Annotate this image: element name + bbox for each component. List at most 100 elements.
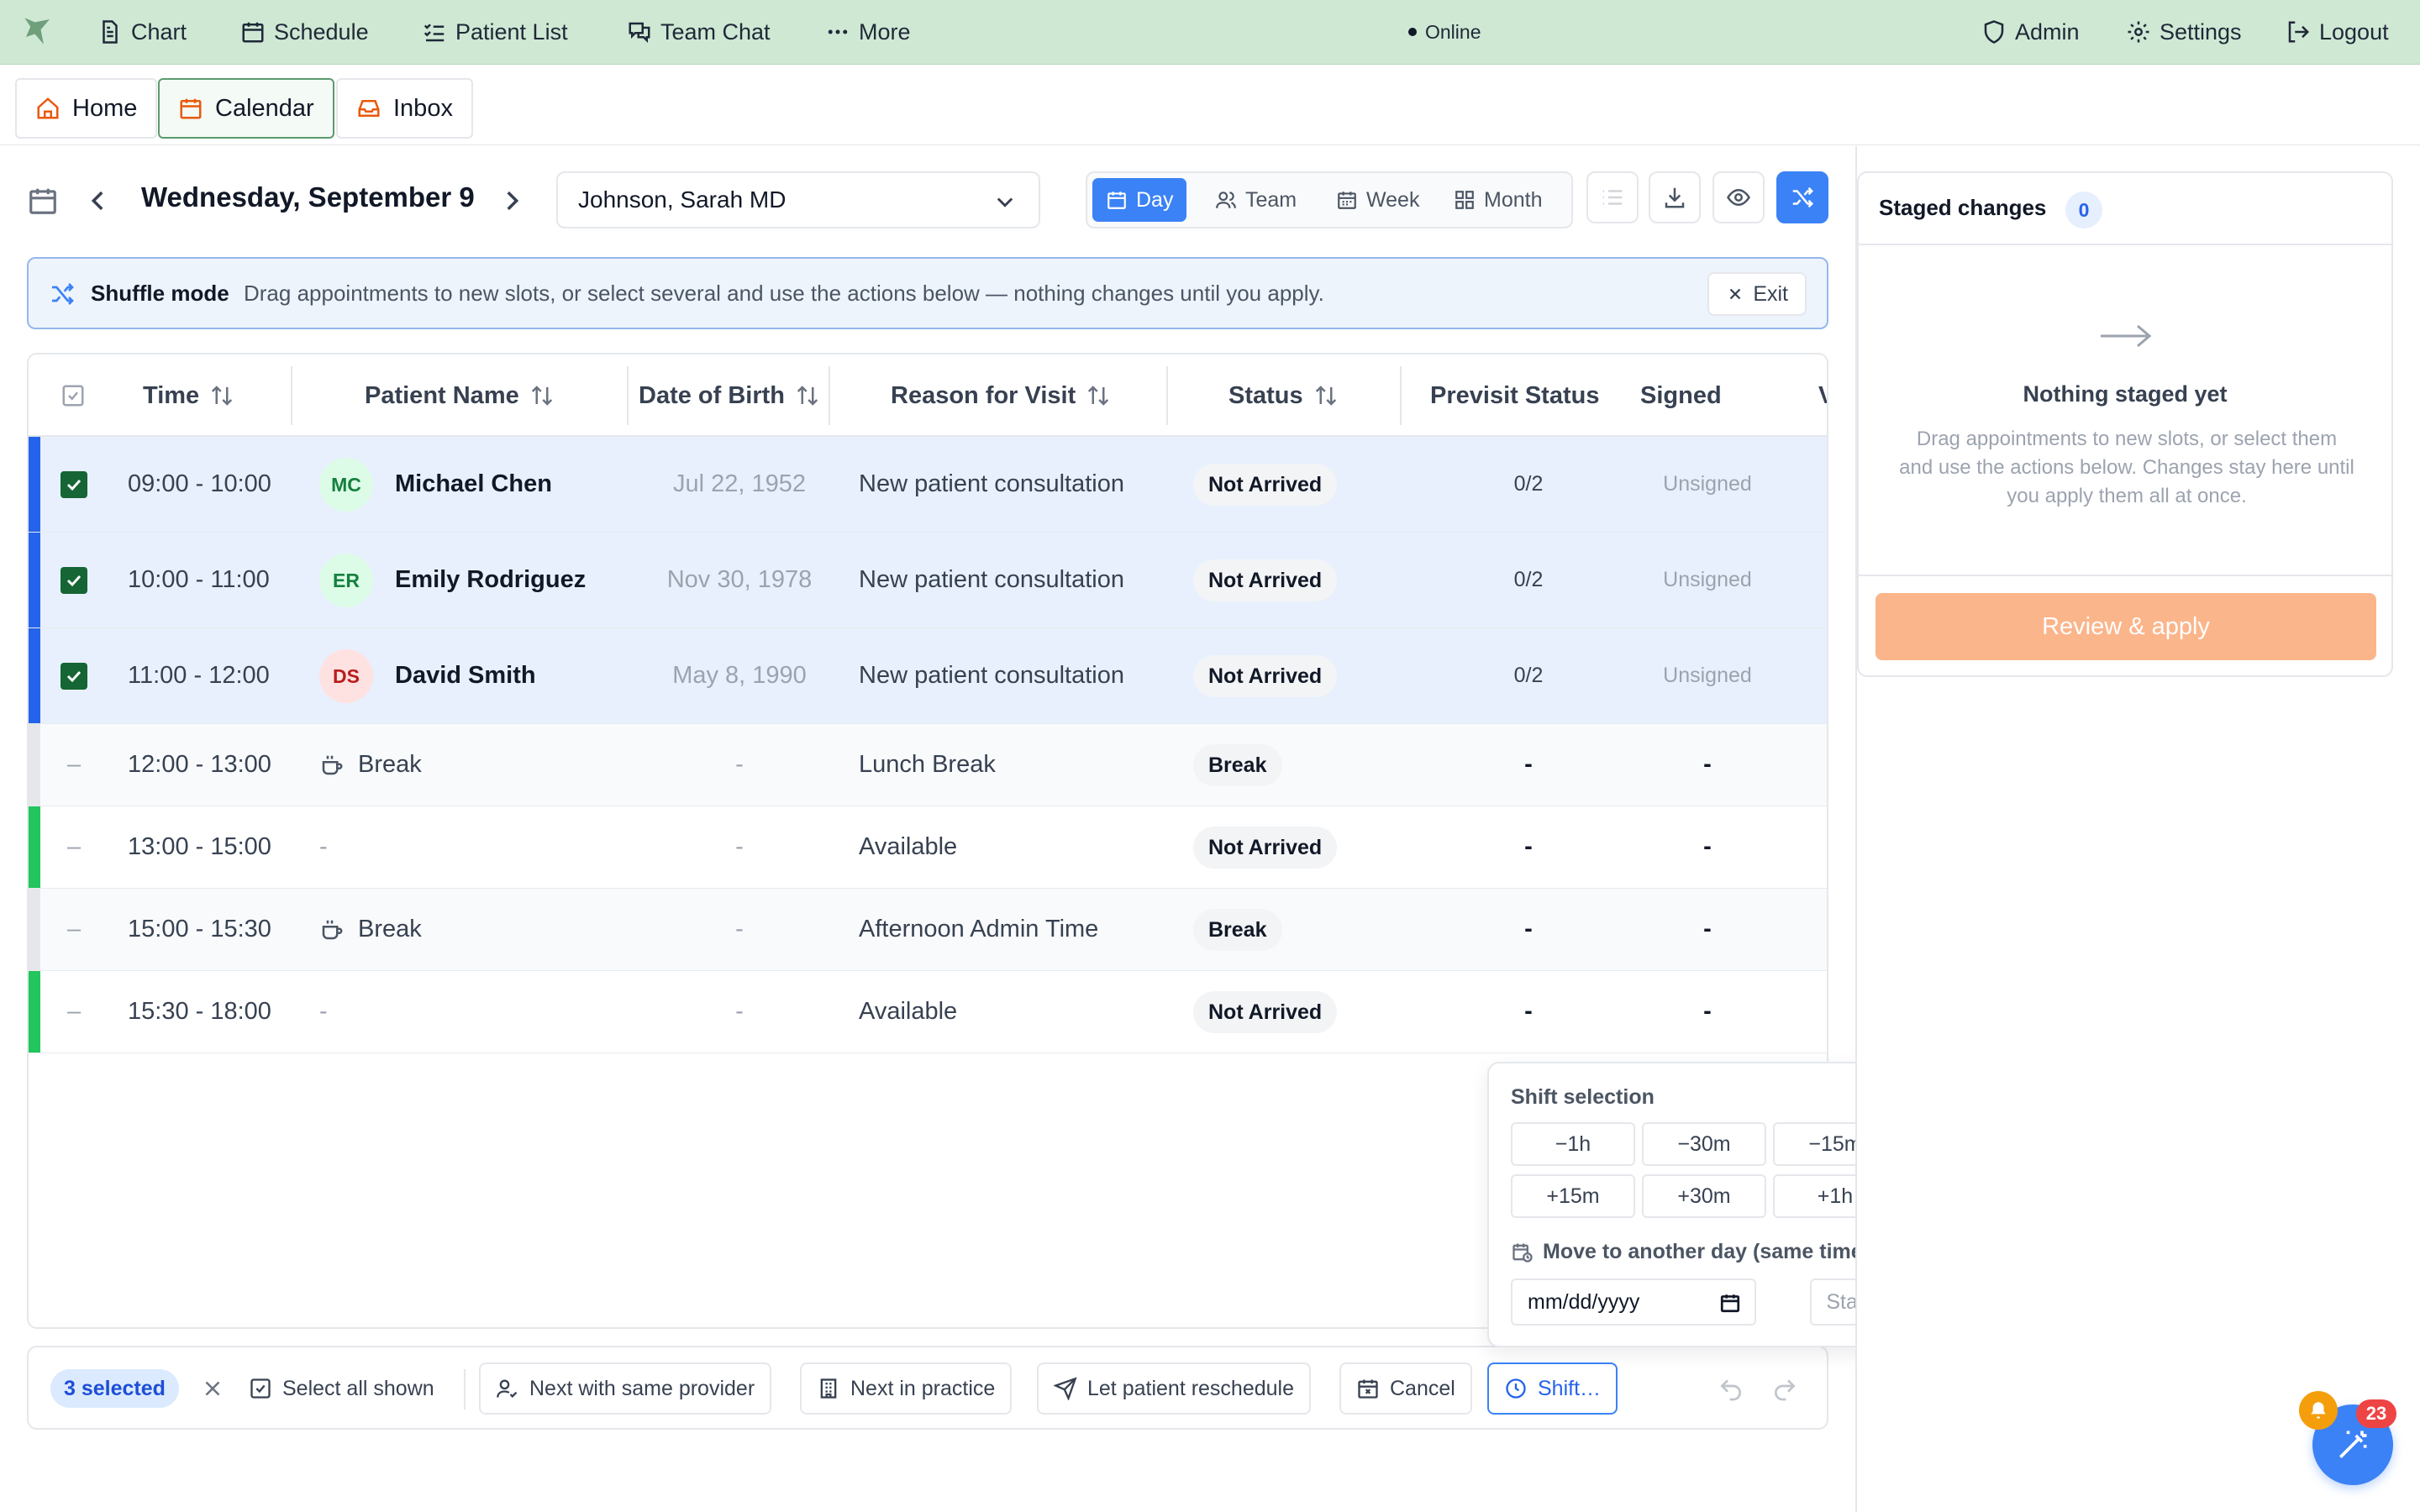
status-badge[interactable]: Not Arrived xyxy=(1193,655,1338,697)
view-team-button[interactable]: Team xyxy=(1202,178,1310,222)
status-badge[interactable]: Not Arrived xyxy=(1193,827,1338,869)
status-badge[interactable]: Break xyxy=(1193,909,1282,951)
nav-patient-list[interactable]: Patient List xyxy=(422,0,568,64)
shift-button[interactable]: Shift… xyxy=(1487,1362,1618,1415)
column-status[interactable]: Status xyxy=(1228,354,1339,437)
move-date-input[interactable]: mm/dd/yyyy xyxy=(1511,1278,1756,1326)
divider xyxy=(1859,575,2391,576)
table-row[interactable]: – 15:00 - 15:30 Break - Afternoon Admin … xyxy=(29,889,1827,971)
table-row[interactable]: – 13:00 - 15:00 - - Available Not Arrive… xyxy=(29,806,1827,889)
nav-logout[interactable]: Logout xyxy=(2286,0,2389,64)
tab-calendar[interactable]: Calendar xyxy=(158,78,334,139)
next-day-chevron-right-icon[interactable] xyxy=(497,186,526,215)
redo-icon[interactable] xyxy=(1771,1376,1798,1403)
nav-settings[interactable]: Settings xyxy=(2126,0,2242,64)
shift-plus-30m-button[interactable]: +30m xyxy=(1642,1174,1766,1218)
review-apply-button[interactable]: Review & apply xyxy=(1876,593,2376,660)
next-in-practice-button[interactable]: Next in practice xyxy=(800,1362,1013,1415)
column-divider xyxy=(829,366,830,425)
shield-icon xyxy=(1981,19,2007,45)
table-row[interactable]: – 12:00 - 13:00 Break - Lunch Break Brea… xyxy=(29,724,1827,806)
let-patient-reschedule-label: Let patient reschedule xyxy=(1087,1376,1295,1400)
column-reason[interactable]: Reason for Visit xyxy=(891,354,1111,437)
shuffle-mode-button[interactable] xyxy=(1776,171,1828,223)
row-checkbox[interactable] xyxy=(60,663,87,690)
shift-popover-title: Shift selection xyxy=(1511,1085,1655,1109)
row-signed: - xyxy=(1703,833,1712,860)
empty-state-title: Nothing staged yet xyxy=(2023,381,2228,407)
previous-day-chevron-left-icon[interactable] xyxy=(84,186,113,215)
nav-admin[interactable]: Admin xyxy=(1981,0,2080,64)
status-badge[interactable]: Break xyxy=(1193,744,1282,786)
tab-bar: Home Calendar Inbox xyxy=(0,65,2420,145)
shift-minus-1h-button[interactable]: −1h xyxy=(1511,1122,1635,1166)
row-dob: Nov 30, 1978 xyxy=(666,566,813,593)
download-button[interactable] xyxy=(1649,171,1701,223)
row-patient-name[interactable]: David Smith xyxy=(395,628,536,723)
empty-state-description: Drag appointments to new slots, or selec… xyxy=(1899,428,2354,507)
cancel-appointments-button[interactable]: Cancel xyxy=(1339,1362,1472,1415)
document-icon xyxy=(97,19,123,45)
status-badge[interactable]: Not Arrived xyxy=(1193,559,1338,601)
tab-home[interactable]: Home xyxy=(15,78,158,139)
table-row[interactable]: – 15:30 - 18:00 - - Available Not Arrive… xyxy=(29,971,1827,1053)
calendar-icon[interactable] xyxy=(27,185,59,217)
column-time[interactable]: Time xyxy=(143,354,234,437)
shift-minus-30m-button[interactable]: −30m xyxy=(1642,1122,1766,1166)
sort-icon xyxy=(1313,383,1339,408)
shift-plus-15m-button[interactable]: +15m xyxy=(1511,1174,1635,1218)
exit-shuffle-button[interactable]: Exit xyxy=(1707,272,1807,316)
select-all-shown-button[interactable]: Select all shown xyxy=(249,1362,434,1415)
nav-schedule[interactable]: Schedule xyxy=(240,0,369,64)
staged-changes-title: Staged changes xyxy=(1879,195,2047,220)
shuffle-icon xyxy=(1790,185,1815,210)
column-divider xyxy=(1166,366,1168,425)
view-week-button[interactable]: Week xyxy=(1323,178,1433,222)
status-badge[interactable]: Not Arrived xyxy=(1193,991,1338,1033)
select-all-checkbox[interactable] xyxy=(60,354,86,437)
column-signed[interactable]: Signed xyxy=(1640,354,1722,437)
column-patient-name[interactable]: Patient Name xyxy=(365,354,555,437)
row-patient-name[interactable]: Emily Rodriguez xyxy=(395,533,586,627)
row-previsit: - xyxy=(1524,916,1533,942)
row-previsit: - xyxy=(1524,998,1533,1025)
table-row[interactable]: 11:00 - 12:00 DS David Smith May 8, 1990… xyxy=(29,628,1827,724)
row-checkbox[interactable] xyxy=(60,471,87,498)
row-reason: New patient consultation xyxy=(859,470,1124,497)
app-logo-icon[interactable] xyxy=(20,13,55,49)
column-divider xyxy=(291,366,292,425)
row-checkbox[interactable] xyxy=(60,567,87,594)
calendar-x-icon xyxy=(1356,1377,1380,1400)
row-signed: - xyxy=(1703,998,1712,1025)
view-team-label: Team xyxy=(1245,187,1297,212)
preview-button[interactable] xyxy=(1712,171,1765,223)
view-month-button[interactable]: Month xyxy=(1440,178,1555,222)
nav-more[interactable]: More xyxy=(825,0,911,64)
clear-selection-close-icon[interactable] xyxy=(200,1376,225,1401)
move-day-label: Move to another day (same times) xyxy=(1511,1240,1881,1264)
column-previsit-status[interactable]: Previsit Status xyxy=(1430,354,1599,437)
column-v[interactable]: V xyxy=(1818,354,1827,437)
row-patient-name[interactable]: Michael Chen xyxy=(395,437,552,532)
row-previsit: 0/2 xyxy=(1513,664,1544,687)
undo-icon[interactable] xyxy=(1718,1376,1744,1403)
let-patient-reschedule-button[interactable]: Let patient reschedule xyxy=(1037,1362,1312,1415)
calendar-icon xyxy=(240,19,266,45)
column-date-of-birth[interactable]: Date of Birth xyxy=(639,354,820,437)
provider-select[interactable]: Johnson, Sarah MD xyxy=(556,171,1040,228)
selected-count-badge: 3 selected xyxy=(50,1369,179,1408)
notification-bell-icon[interactable] xyxy=(2299,1391,2338,1430)
nav-team-chat[interactable]: Team Chat xyxy=(627,0,771,64)
status-badge[interactable]: Not Arrived xyxy=(1193,464,1338,506)
row-reason: Available xyxy=(859,998,958,1025)
list-view-button[interactable] xyxy=(1586,171,1639,223)
tab-inbox[interactable]: Inbox xyxy=(336,78,473,139)
row-time: 10:00 - 11:00 xyxy=(128,566,270,593)
column-status-label: Status xyxy=(1228,381,1303,409)
view-day-button[interactable]: Day xyxy=(1092,178,1187,222)
table-row[interactable]: 10:00 - 11:00 ER Emily Rodriguez Nov 30,… xyxy=(29,533,1827,628)
next-with-same-provider-button[interactable]: Next with same provider xyxy=(479,1362,772,1415)
table-row[interactable]: 09:00 - 10:00 MC Michael Chen Jul 22, 19… xyxy=(29,437,1827,533)
row-previsit: 0/2 xyxy=(1513,472,1544,496)
nav-chart[interactable]: Chart xyxy=(97,0,187,64)
